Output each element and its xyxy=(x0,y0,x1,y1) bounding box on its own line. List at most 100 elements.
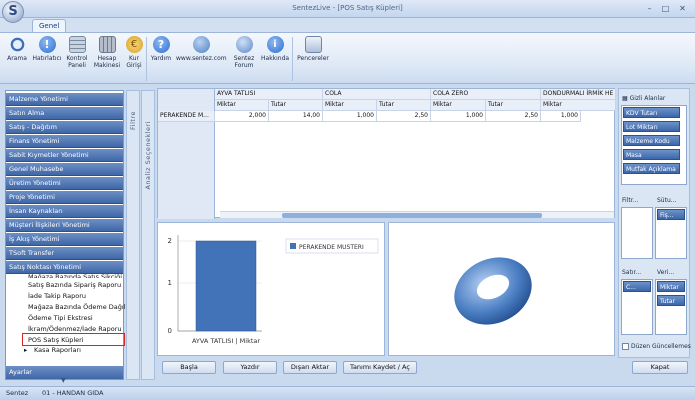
expand-arrow-icon[interactable]: ▸ xyxy=(24,345,27,355)
report-item[interactable]: Mağaza Bazında Satış Şikçiği xyxy=(28,272,122,278)
donut-chart xyxy=(454,257,532,325)
column-header[interactable]: DONDURMALI İRMİK HE xyxy=(541,89,616,100)
maximize-button[interactable]: □ xyxy=(659,3,672,14)
nav-module[interactable]: İş Akış Yönetimi xyxy=(6,233,123,246)
column-header[interactable]: COLA xyxy=(323,89,431,100)
chevron-down-icon[interactable]: ▼ xyxy=(61,377,66,384)
report-item[interactable]: Ödeme Tipi Ekstresi xyxy=(28,313,93,323)
report-group[interactable]: Kasa Raporları xyxy=(34,345,81,355)
report-item[interactable]: Mağaza Bazında Ödeme Dağıl xyxy=(28,302,125,312)
pivot-grid[interactable]: AYVA TATLISI COLA COLA ZERO DONDURMALI İ… xyxy=(157,88,616,219)
scrollbar-thumb[interactable] xyxy=(282,213,542,218)
nav-module[interactable]: Malzeme Yönetimi xyxy=(6,93,123,106)
analysis-strip-label: Analiz Seçenekleri xyxy=(144,121,152,190)
row-area-label: Satır... xyxy=(622,269,642,276)
column-header[interactable]: AYVA TATLISI xyxy=(215,89,323,100)
grid-cell[interactable]: 1,000 xyxy=(541,111,581,122)
hakkinda-button[interactable]: i Hakkında xyxy=(261,35,289,83)
disari-aktar-button[interactable]: Dışarı Aktar xyxy=(283,361,337,374)
kontrol-paneli-button[interactable]: Kontrol Paneli xyxy=(64,35,90,83)
bar-chart-panel: 0 1 2 AYVA TATLISI | Miktar PERAKENDE MU… xyxy=(157,222,385,356)
basla-button[interactable]: Başla xyxy=(162,361,216,374)
status-user: 01 - HANDAN GIDA xyxy=(42,389,104,397)
nav-module[interactable]: Proje Yönetimi xyxy=(6,191,123,204)
nav-module[interactable]: Finans Yönetimi xyxy=(6,135,123,148)
legend-swatch xyxy=(290,243,296,249)
row-field[interactable]: C... xyxy=(623,281,651,292)
nav-module[interactable]: Genel Muhasebe xyxy=(6,163,123,176)
value-field[interactable]: Tutar xyxy=(657,295,685,306)
forum-icon xyxy=(235,36,253,53)
filter-strip[interactable]: Filtre xyxy=(126,90,140,380)
close-button[interactable]: ✕ xyxy=(676,3,689,14)
yardim-button[interactable]: ? Yardım xyxy=(149,35,173,83)
minimize-button[interactable]: – xyxy=(643,3,656,14)
grid-cell[interactable]: 1,000 xyxy=(323,111,377,122)
grid-cell[interactable]: 1,000 xyxy=(431,111,486,122)
row-area xyxy=(158,89,215,219)
hidden-field[interactable]: Masa xyxy=(623,149,680,160)
kapat-button[interactable]: Kapat xyxy=(632,361,688,374)
hesap-makinesi-button[interactable]: Hesap Makinesi xyxy=(93,35,121,83)
nav-module[interactable]: Üretim Yönetimi xyxy=(6,177,123,190)
filter-strip-label: Filtre xyxy=(129,111,137,130)
website-button[interactable]: www.sentez.com xyxy=(176,35,227,83)
yazdir-button[interactable]: Yazdır xyxy=(223,361,277,374)
arama-button[interactable]: Arama xyxy=(4,35,30,83)
search-icon xyxy=(8,36,26,53)
subheader-miktar[interactable]: Miktar xyxy=(215,100,269,111)
about-icon: i xyxy=(266,36,284,53)
report-item[interactable]: İade Takip Raporu xyxy=(28,291,86,301)
navigation-panel: Malzeme Yönetimi Satın Alma Satış - Dağı… xyxy=(5,90,125,384)
tab-genel[interactable]: Genel xyxy=(32,19,67,32)
gizli-alanlar-title: ▦ Gizli Alanlar xyxy=(622,95,666,102)
column-field[interactable]: Fiş... xyxy=(657,209,685,220)
donut-chart-panel xyxy=(388,222,615,356)
subheader-miktar[interactable]: Miktar xyxy=(431,100,486,111)
report-item[interactable]: Satış Bazında Sipariş Raporu xyxy=(28,280,121,290)
row-header[interactable]: PERAKENDE M... xyxy=(158,111,215,122)
subheader-miktar[interactable]: Miktar xyxy=(323,100,377,111)
column-header[interactable]: COLA ZERO xyxy=(431,89,541,100)
nav-module[interactable]: TSoft Transfer xyxy=(6,247,123,260)
grid-cell[interactable]: 14,00 xyxy=(269,111,323,122)
help-icon: ? xyxy=(152,36,170,53)
pencereler-button[interactable]: Pencereler xyxy=(295,35,331,83)
status-company: Sentez xyxy=(6,389,29,397)
subheader-tutar[interactable]: Tutar xyxy=(486,100,541,111)
grid-cell[interactable]: 2,000 xyxy=(215,111,269,122)
nav-module[interactable]: Satın Alma xyxy=(6,107,123,120)
info-icon: ! xyxy=(38,36,56,53)
calculator-icon xyxy=(98,36,116,53)
hidden-field[interactable]: Mutfak Açıklama xyxy=(623,163,680,174)
subheader-miktar[interactable]: Miktar xyxy=(541,100,616,111)
nav-module[interactable]: Sabit Kıymetler Yönetimi xyxy=(6,149,123,162)
horizontal-scrollbar[interactable] xyxy=(220,211,614,218)
nav-module[interactable]: Satış - Dağıtım xyxy=(6,121,123,134)
analysis-strip[interactable]: Analiz Seçenekleri xyxy=(141,90,155,380)
hidden-field[interactable]: KDV Tutarı xyxy=(623,107,680,118)
nav-module[interactable]: İnsan Kaynakları xyxy=(6,205,123,218)
grid-cell[interactable]: 2,50 xyxy=(377,111,431,122)
x-tick-label: AYVA TATLISI | Miktar xyxy=(192,337,260,345)
duzen-checkbox-label: Düzen Güncellemes xyxy=(631,343,691,350)
control-panel-icon xyxy=(68,36,86,53)
subheader-tutar[interactable]: Tutar xyxy=(269,100,323,111)
ribbon-separator xyxy=(292,37,293,81)
kur-girisi-button[interactable]: € Kur Girişi xyxy=(124,35,144,83)
hidden-field[interactable]: Lot Miktarı xyxy=(623,121,680,132)
grid-cell[interactable]: 2,50 xyxy=(486,111,541,122)
nav-module[interactable]: Müşteri İlişkileri Yönetimi xyxy=(6,219,123,232)
tanimi-kaydet-button[interactable]: Tanımı Kaydet / Aç xyxy=(343,361,417,374)
sentez-forum-button[interactable]: Sentez Forum xyxy=(229,35,259,83)
hidden-field[interactable]: Malzeme Kodu xyxy=(623,135,680,146)
subheader-tutar[interactable]: Tutar xyxy=(377,100,431,111)
value-field[interactable]: Miktar xyxy=(657,281,685,292)
windows-icon xyxy=(304,36,322,53)
filter-drop-area[interactable] xyxy=(621,207,653,259)
hatirlatici-button[interactable]: ! Hatırlatıcı xyxy=(32,35,62,83)
duzen-checkbox[interactable] xyxy=(622,343,629,350)
app-logo-icon[interactable]: S xyxy=(2,1,24,23)
window-title: SentezLive - [POS Satış Küpleri] xyxy=(292,4,403,12)
title-bar: SentezLive - [POS Satış Küpleri] – □ ✕ xyxy=(0,0,695,18)
